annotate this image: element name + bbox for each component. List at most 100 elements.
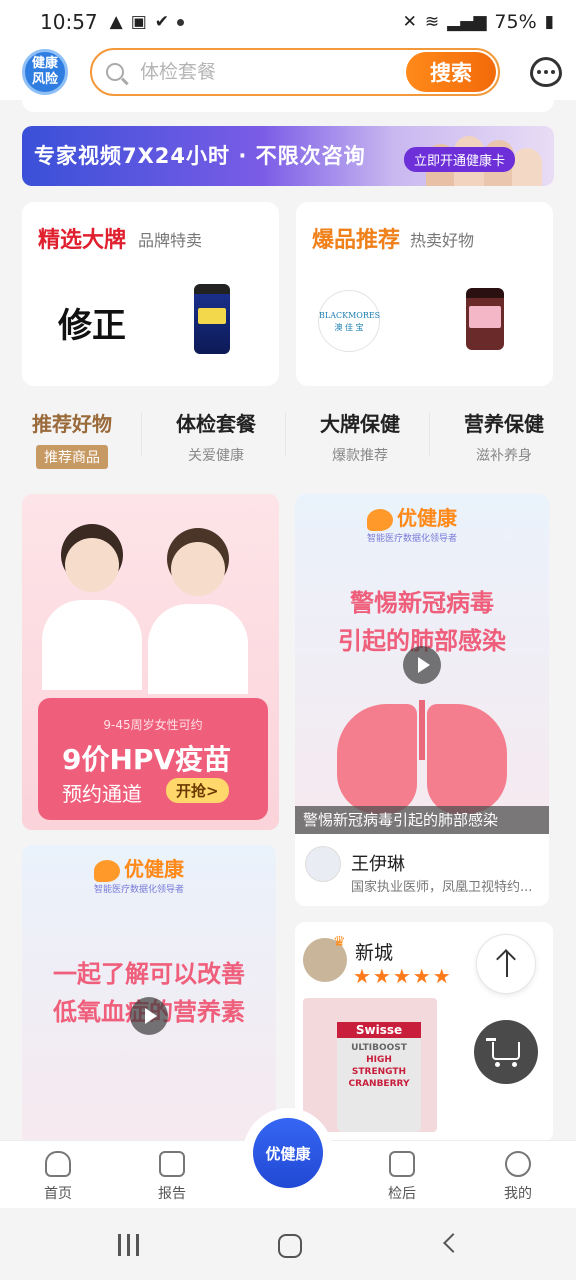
author-name: 王伊琳 xyxy=(351,854,405,875)
featured-brands-title: 精选大牌 xyxy=(38,228,127,253)
shopping-cart-button[interactable] xyxy=(474,1020,538,1084)
tab-home[interactable]: 首页 xyxy=(18,1151,98,1203)
hot-picks-subtitle: 热卖好物 xyxy=(410,231,475,250)
mute-icon: ✕ xyxy=(402,11,417,32)
signal-icon: ▂▄▆ xyxy=(447,11,487,32)
tab-recommended[interactable]: 推荐好物 推荐商品 xyxy=(0,408,144,469)
hpv-sub: 预约通道 xyxy=(62,782,142,806)
more-notifications-icon xyxy=(177,18,185,26)
expert-video-banner[interactable]: 专家视频7X24小时 · 不限次咨询 立即开通健康卡 xyxy=(22,126,554,186)
bottle-brand: Swisse xyxy=(337,1022,421,1038)
youjiankang-logo-icon xyxy=(94,859,120,882)
search-input[interactable] xyxy=(140,61,390,83)
search-icon xyxy=(106,63,124,81)
xiuzheng-logo: 修正 xyxy=(58,306,126,346)
logo-line1: 健康 xyxy=(31,56,58,71)
doctor-illustration-right xyxy=(148,528,248,704)
task-done-icon: ✔ xyxy=(154,11,170,32)
tab-divider xyxy=(285,412,286,456)
doctor-illustration-left xyxy=(42,524,142,700)
lung-left-illustration xyxy=(337,704,417,814)
cart-wheel xyxy=(512,1062,517,1067)
trachea-illustration xyxy=(419,700,425,760)
system-navigation-bar xyxy=(0,1208,576,1280)
lung-infection-video-card[interactable]: 优健康 智能医疗数据化领导者 警惕新冠病毒 引起的肺部感染 警惕新冠病毒引起的肺… xyxy=(295,494,549,906)
hpv-tagline: 9-45周岁女性可约 xyxy=(103,718,203,732)
wifi-icon: ≋ xyxy=(424,11,440,32)
tab-report[interactable]: 报告 xyxy=(132,1151,212,1203)
logo-line2: 风险 xyxy=(31,72,58,87)
tab-recommended-title: 推荐好物 xyxy=(32,412,112,436)
blackmores-logo-text: BLACKMORES xyxy=(319,311,381,320)
hpv-vaccine-card[interactable]: 9-45周岁女性可约 9价HPV疫苗 预约通道 开抢> xyxy=(22,494,279,830)
previous-section-edge xyxy=(22,100,554,112)
category-tabs: 推荐好物 推荐商品 体检套餐 关爱健康 大牌保健 爆款推荐 营养保健 滋补养身 xyxy=(0,400,576,470)
hot-picks-card[interactable]: 爆品推荐 热卖好物 BLACKMORES 澳 佳 宝 xyxy=(296,202,553,386)
tab-brand-title: 大牌保健 xyxy=(320,412,400,436)
system-icons: ✕ ≋ ▂▄▆ 75% ▮ xyxy=(403,11,554,33)
user-name: 新城 xyxy=(355,942,394,964)
tab-mine-label: 我的 xyxy=(504,1186,532,1202)
bottle-label: Swisse ULTIBOOST HIGH STRENGTH CRANBERRY xyxy=(337,1022,421,1090)
watermark-brand: 优健康 xyxy=(397,506,457,530)
status-time: 10:57 xyxy=(40,10,98,34)
tab-post-checkup-label: 检后 xyxy=(388,1186,416,1202)
warning-icon: ▲ xyxy=(109,11,123,32)
app-header: 健康 风险 搜索 xyxy=(0,44,576,100)
recent-apps-icon[interactable] xyxy=(118,1234,140,1256)
message-icon[interactable] xyxy=(530,57,562,87)
tab-nutrition-title: 营养保健 xyxy=(464,412,544,436)
tab-nutrition-sub: 滋补养身 xyxy=(476,448,532,464)
blackmores-logo-cn: 澳 佳 宝 xyxy=(334,323,364,332)
author-description: 国家执业医师，凤凰卫视特约... xyxy=(351,880,533,895)
blackmores-logo: BLACKMORES 澳 佳 宝 xyxy=(318,290,380,352)
home-button-icon[interactable] xyxy=(278,1234,302,1258)
status-bar: 10:57 ▲ ▣ ✔ ✕ ≋ ▂▄▆ 75% ▮ xyxy=(0,0,576,44)
hot-picks-title: 爆品推荐 xyxy=(312,228,401,253)
video-caption: 警惕新冠病毒引起的肺部感染 xyxy=(295,806,549,834)
search-button[interactable]: 搜索 xyxy=(406,52,496,92)
health-card-cta-button[interactable]: 立即开通健康卡 xyxy=(404,147,516,172)
search-bar: 搜索 xyxy=(90,48,500,96)
blackmores-bottle-image xyxy=(466,288,504,350)
play-icon[interactable] xyxy=(130,997,168,1035)
profile-icon xyxy=(505,1151,531,1177)
tab-report-label: 报告 xyxy=(158,1186,186,1202)
back-icon[interactable] xyxy=(443,1233,463,1253)
product-photo: Swisse ULTIBOOST HIGH STRENGTH CRANBERRY xyxy=(303,998,437,1132)
watermark-tagline: 智能医疗数据化领导者 xyxy=(367,534,458,544)
tab-post-checkup[interactable]: 检后 xyxy=(362,1151,442,1203)
author-avatar xyxy=(305,846,341,882)
cart-wheel xyxy=(495,1062,500,1067)
tab-divider xyxy=(429,412,430,456)
battery-icon: ▮ xyxy=(544,11,554,32)
tab-youjiankang[interactable]: 优健康 xyxy=(243,1108,333,1198)
tab-checkup-sub: 关爱健康 xyxy=(188,448,244,464)
rating-stars: ★★★★★ xyxy=(353,964,453,988)
swisse-bottle: Swisse ULTIBOOST HIGH STRENGTH CRANBERRY xyxy=(337,1022,421,1132)
hpv-grab-button[interactable]: 开抢> xyxy=(166,778,229,803)
watermark-tagline: 智能医疗数据化领导者 xyxy=(94,885,185,895)
post-checkup-icon xyxy=(389,1151,415,1177)
youjiankang-logo-icon xyxy=(367,508,393,531)
tab-checkup-packages[interactable]: 体检套餐 关爱健康 xyxy=(144,408,288,465)
featured-brands-card[interactable]: 精选大牌 品牌特卖 修正 xyxy=(22,202,279,386)
video-title-line1: 一起了解可以改善 xyxy=(53,960,245,988)
cart-handle xyxy=(486,1038,496,1041)
scroll-to-top-button[interactable] xyxy=(476,934,536,994)
tab-mine[interactable]: 我的 xyxy=(478,1151,558,1203)
tab-home-label: 首页 xyxy=(44,1186,72,1202)
crown-icon: ♛ xyxy=(333,934,346,950)
bottle-line: ULTIBOOST xyxy=(351,1043,407,1053)
tab-nutrition[interactable]: 营养保健 滋补养身 xyxy=(432,408,576,465)
video-thumbnail: 优健康 智能医疗数据化领导者 警惕新冠病毒 引起的肺部感染 警惕新冠病毒引起的肺… xyxy=(295,494,549,834)
health-risk-logo-button[interactable]: 健康 风险 xyxy=(22,49,68,95)
play-icon[interactable] xyxy=(403,646,441,684)
nutrient-video-card[interactable]: 优健康 智能医疗数据化领导者 一起了解可以改善 低氧血症的营养素 xyxy=(22,845,276,1145)
video-title-line1: 警惕新冠病毒 xyxy=(350,589,494,617)
battery-percent: 75% xyxy=(494,11,537,33)
tab-brand-supplements[interactable]: 大牌保健 爆款推荐 xyxy=(288,408,432,465)
notification-icons: ▲ ▣ ✔ xyxy=(109,11,185,32)
gallery-icon: ▣ xyxy=(130,11,147,32)
youjiankang-watermark: 优健康 智能医疗数据化领导者 xyxy=(367,502,457,544)
